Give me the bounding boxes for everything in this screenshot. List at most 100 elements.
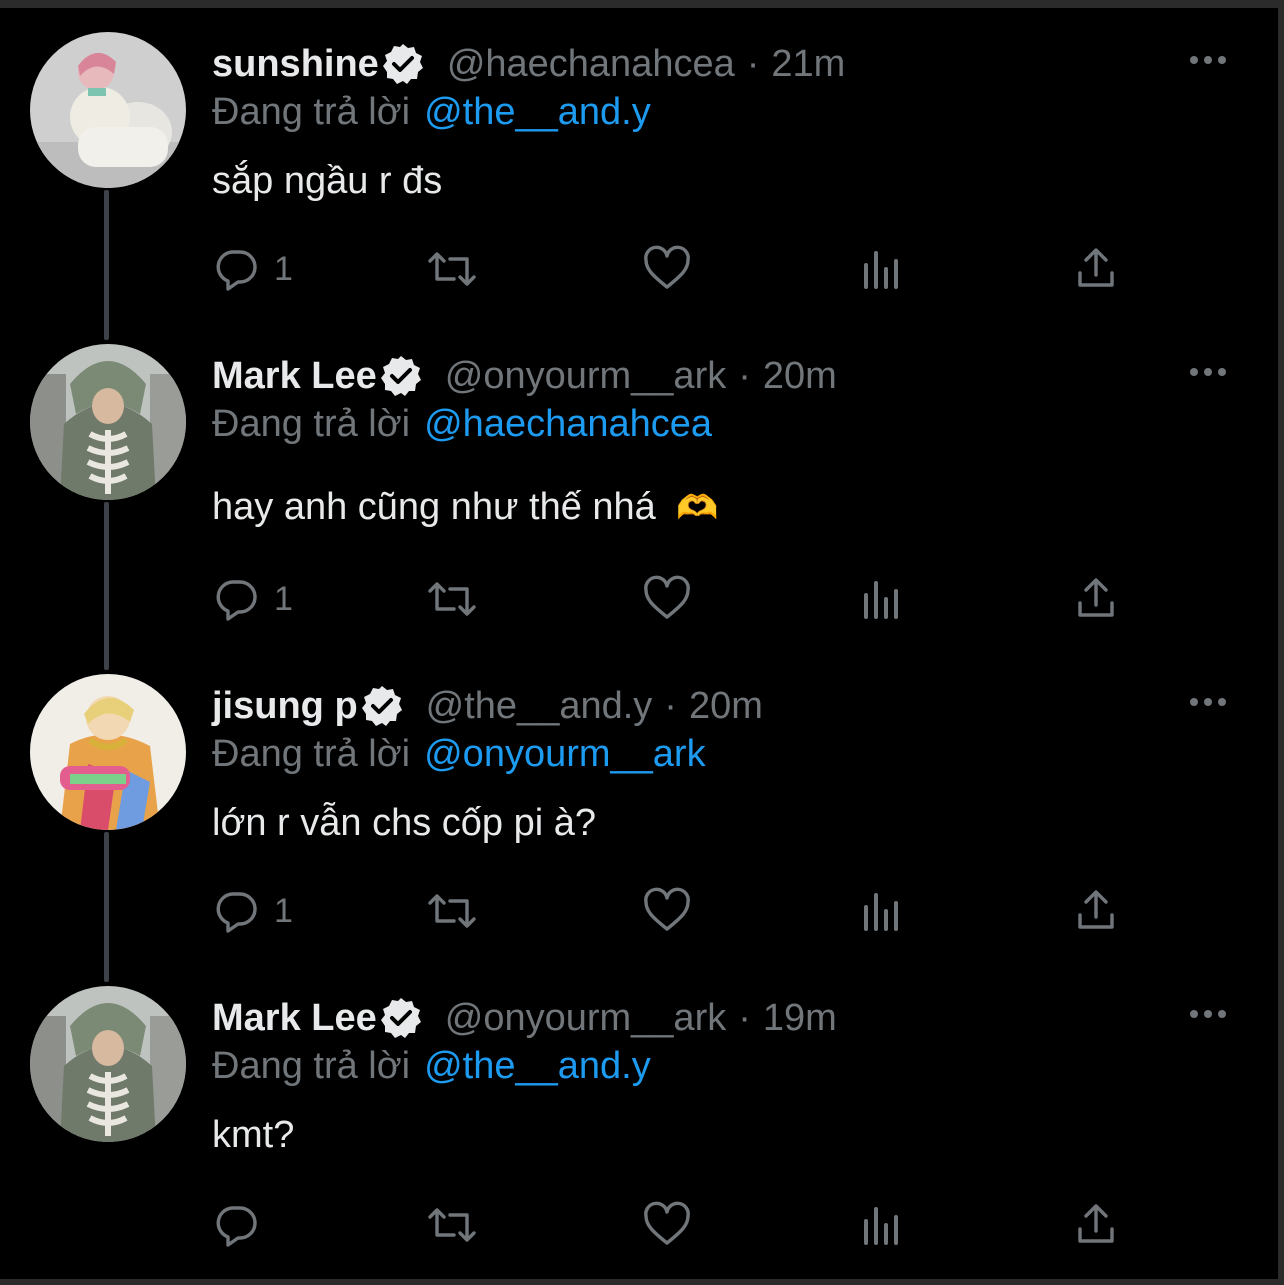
like-icon bbox=[644, 1201, 690, 1245]
more-options-icon[interactable] bbox=[1188, 50, 1228, 70]
timestamp[interactable]: 19m bbox=[763, 997, 837, 1040]
retweet-button[interactable] bbox=[424, 886, 480, 936]
reply-mention-link[interactable]: @the__and.y bbox=[424, 91, 651, 133]
share-icon bbox=[1078, 248, 1114, 287]
replying-to: Đang trả lời @the__and.y bbox=[212, 88, 651, 136]
analytics-icon bbox=[864, 251, 898, 289]
display-name[interactable]: jisung p bbox=[212, 685, 358, 728]
tweet-text-content: hay anh cũng như thế nhá bbox=[212, 486, 656, 528]
timestamp[interactable]: 20m bbox=[689, 685, 763, 728]
like-icon bbox=[644, 245, 690, 289]
heart-hands-emoji: 🫶 bbox=[676, 489, 719, 527]
replying-to-label: Đang trả lời bbox=[212, 403, 411, 445]
user-handle[interactable]: @haechanahcea bbox=[447, 43, 735, 86]
more-options-icon[interactable] bbox=[1188, 362, 1228, 382]
avatar[interactable] bbox=[30, 674, 186, 830]
replying-to-label: Đang trả lời bbox=[212, 733, 411, 775]
tweet[interactable]: sunshine @haechanahcea · 21m Đang trả lờ… bbox=[0, 0, 1278, 330]
separator-dot: · bbox=[738, 354, 751, 397]
tweet-header: jisung p @the__and.y · 20m bbox=[212, 682, 763, 730]
reply-count: 1 bbox=[274, 249, 293, 288]
reply-button[interactable]: 1 bbox=[212, 574, 293, 624]
share-icon bbox=[1078, 578, 1114, 617]
verified-badge-icon bbox=[380, 998, 421, 1038]
retweet-icon bbox=[428, 252, 476, 286]
verified-badge-icon bbox=[382, 44, 423, 84]
reply-count: 1 bbox=[274, 579, 293, 618]
replying-to-label: Đang trả lời bbox=[212, 91, 411, 133]
window-right-border bbox=[1278, 0, 1284, 1285]
tweet-text: lớn r vẫn chs cốp pi à? bbox=[212, 802, 597, 844]
retweet-icon bbox=[428, 582, 476, 616]
reply-icon bbox=[216, 892, 257, 933]
replying-to-label: Đang trả lời bbox=[212, 1045, 411, 1087]
like-button[interactable] bbox=[642, 574, 692, 624]
tweet[interactable]: Mark Lee @onyourm__ark · 19m Đang trả lờ… bbox=[0, 980, 1278, 1280]
reply-icon bbox=[216, 1206, 257, 1247]
tweet-actions: 1 bbox=[212, 244, 1132, 294]
tweet[interactable]: Mark Lee @onyourm__ark · 20m Đang trả lờ… bbox=[0, 330, 1278, 660]
share-button[interactable] bbox=[1074, 886, 1118, 936]
like-button[interactable] bbox=[642, 886, 692, 936]
retweet-button[interactable] bbox=[424, 1200, 480, 1250]
user-handle[interactable]: @the__and.y bbox=[426, 685, 653, 728]
reply-icon bbox=[216, 250, 257, 291]
like-button[interactable] bbox=[642, 1200, 692, 1250]
analytics-button[interactable] bbox=[860, 244, 904, 294]
reply-mention-link[interactable]: @haechanahcea bbox=[424, 403, 712, 445]
retweet-icon bbox=[428, 1208, 476, 1242]
user-handle[interactable]: @onyourm__ark bbox=[445, 997, 726, 1040]
reply-button[interactable]: 1 bbox=[212, 244, 293, 294]
reply-mention-link[interactable]: @onyourm__ark bbox=[424, 733, 705, 775]
analytics-icon bbox=[864, 1207, 898, 1245]
separator-dot: · bbox=[664, 684, 677, 727]
user-handle[interactable]: @onyourm__ark bbox=[445, 355, 726, 398]
share-button[interactable] bbox=[1074, 574, 1118, 624]
tweet-header: sunshine @haechanahcea · 21m bbox=[212, 40, 845, 88]
analytics-icon bbox=[864, 893, 898, 931]
analytics-button[interactable] bbox=[860, 886, 904, 936]
replying-to: Đang trả lời @the__and.y bbox=[212, 1042, 651, 1090]
verified-badge-icon bbox=[361, 686, 402, 726]
share-icon bbox=[1078, 890, 1114, 929]
tweet-actions bbox=[212, 1200, 1132, 1250]
tweet-actions: 1 bbox=[212, 886, 1132, 936]
like-icon bbox=[644, 575, 690, 619]
reply-button[interactable]: 1 bbox=[212, 886, 293, 936]
analytics-button[interactable] bbox=[860, 574, 904, 624]
like-icon bbox=[644, 887, 690, 931]
separator-dot: · bbox=[746, 42, 760, 85]
reply-icon bbox=[216, 580, 257, 621]
retweet-button[interactable] bbox=[424, 574, 480, 624]
like-button[interactable] bbox=[642, 244, 692, 294]
reply-button[interactable] bbox=[212, 1200, 274, 1250]
tweet-header: Mark Lee @onyourm__ark · 19m bbox=[212, 994, 837, 1042]
display-name[interactable]: Mark Lee bbox=[212, 997, 377, 1040]
more-options-icon[interactable] bbox=[1188, 692, 1228, 712]
analytics-icon bbox=[864, 581, 898, 619]
replying-to: Đang trả lời @onyourm__ark bbox=[212, 730, 706, 778]
retweet-icon bbox=[428, 894, 476, 928]
avatar[interactable] bbox=[30, 986, 186, 1142]
timestamp[interactable]: 21m bbox=[771, 43, 845, 86]
verified-badge-icon bbox=[380, 356, 421, 396]
tweet-actions: 1 bbox=[212, 574, 1132, 624]
avatar[interactable] bbox=[30, 32, 186, 188]
separator-dot: · bbox=[738, 996, 751, 1039]
timestamp[interactable]: 20m bbox=[763, 355, 837, 398]
tweet[interactable]: jisung p @the__and.y · 20m Đang trả lời @… bbox=[0, 660, 1278, 980]
analytics-button[interactable] bbox=[860, 1200, 904, 1250]
more-options-icon[interactable] bbox=[1188, 1004, 1228, 1024]
share-icon bbox=[1078, 1204, 1114, 1243]
tweet-header: Mark Lee @onyourm__ark · 20m bbox=[212, 352, 837, 400]
display-name[interactable]: Mark Lee bbox=[212, 355, 377, 398]
avatar[interactable] bbox=[30, 344, 186, 500]
tweet-text: hay anh cũng như thế nhá 🫶 bbox=[212, 482, 719, 532]
share-button[interactable] bbox=[1074, 244, 1118, 294]
share-button[interactable] bbox=[1074, 1200, 1118, 1250]
reply-count: 1 bbox=[274, 891, 293, 930]
tweet-text: sắp ngầu r đs bbox=[212, 160, 443, 202]
display-name[interactable]: sunshine bbox=[212, 43, 379, 86]
reply-mention-link[interactable]: @the__and.y bbox=[424, 1045, 651, 1087]
retweet-button[interactable] bbox=[424, 244, 480, 294]
